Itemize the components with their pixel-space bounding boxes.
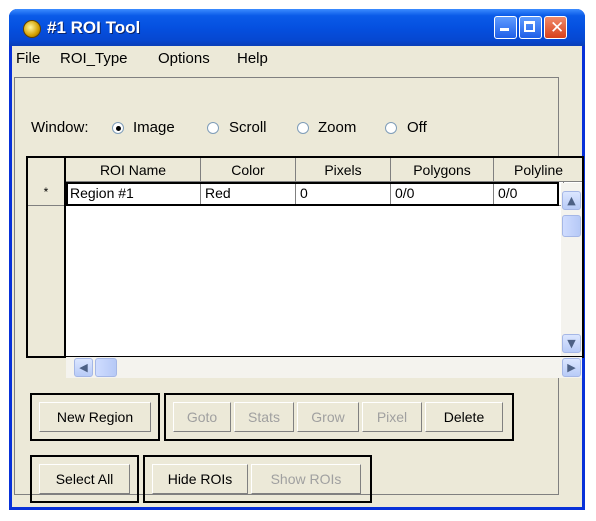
new-region-group: New Region	[30, 393, 160, 441]
cell-polyline[interactable]: 0/0	[494, 182, 564, 206]
close-button[interactable]: ✕	[544, 16, 567, 39]
hide-rois-button[interactable]: Hide ROIs	[152, 464, 248, 494]
chevron-right-icon: ▶	[567, 361, 576, 374]
stats-button[interactable]: Stats	[234, 402, 294, 432]
radio-scroll[interactable]	[207, 122, 219, 134]
column-header-color[interactable]: Color	[201, 158, 296, 182]
radio-image-label[interactable]: Image	[133, 119, 175, 136]
cell-roi-name[interactable]: Region #1	[66, 182, 201, 206]
goto-button[interactable]: Goto	[173, 402, 231, 432]
scroll-left-button[interactable]: ◀	[74, 358, 93, 377]
column-header-roi-name[interactable]: ROI Name	[66, 158, 201, 182]
maximize-button[interactable]	[519, 16, 542, 39]
cell-polygons[interactable]: 0/0	[391, 182, 494, 206]
menu-bar: File ROI_Type Options Help	[12, 46, 582, 72]
scroll-right-button[interactable]: ▶	[562, 358, 581, 377]
menu-help[interactable]: Help	[237, 50, 268, 67]
region-actions-group: Goto Stats Grow Pixel Delete	[164, 393, 514, 441]
cell-pixels[interactable]: 0	[296, 182, 391, 206]
title-bar[interactable]: #1 ROI Tool ✕	[9, 9, 585, 46]
roi-table[interactable]: ROI Name Color Pixels Polygons Polyline …	[66, 156, 584, 358]
chevron-left-icon: ◀	[79, 361, 88, 374]
radio-off[interactable]	[385, 122, 397, 134]
scroll-up-button[interactable]: ▲	[562, 191, 581, 210]
radio-zoom[interactable]	[297, 122, 309, 134]
idl-app-icon[interactable]	[23, 20, 41, 38]
column-header-polyline[interactable]: Polyline	[494, 158, 582, 182]
select-all-button[interactable]: Select All	[39, 464, 130, 494]
close-icon: ✕	[550, 18, 565, 38]
menu-file[interactable]: File	[16, 50, 40, 67]
horizontal-scroll-thumb[interactable]	[95, 358, 117, 377]
scroll-down-button[interactable]: ▼	[562, 334, 581, 353]
radio-off-label[interactable]: Off	[407, 119, 427, 136]
select-all-group: Select All	[30, 455, 139, 503]
menu-options[interactable]: Options	[158, 50, 210, 67]
show-rois-button[interactable]: Show ROIs	[251, 464, 361, 494]
radio-zoom-label[interactable]: Zoom	[318, 119, 356, 136]
horizontal-scrollbar[interactable]: ◀ ▶	[66, 357, 582, 378]
delete-button[interactable]: Delete	[425, 402, 503, 432]
window-label: Window:	[31, 119, 89, 136]
vertical-scrollbar[interactable]: ▲ ▼	[561, 183, 582, 356]
vertical-scroll-thumb[interactable]	[562, 215, 581, 237]
column-header-pixels[interactable]: Pixels	[296, 158, 391, 182]
chevron-down-icon: ▼	[567, 337, 576, 350]
row-header-column: *	[26, 156, 66, 358]
new-region-button[interactable]: New Region	[39, 402, 151, 432]
minimize-icon	[500, 28, 509, 31]
maximize-icon	[524, 21, 535, 32]
menu-roi-type[interactable]: ROI_Type	[60, 50, 128, 67]
minimize-button[interactable]	[494, 16, 517, 39]
radio-image[interactable]	[112, 122, 124, 134]
window-title: #1 ROI Tool	[47, 18, 141, 37]
row-marker[interactable]: *	[28, 182, 64, 206]
chevron-up-icon: ▲	[567, 194, 576, 207]
grow-button[interactable]: Grow	[297, 402, 359, 432]
radio-scroll-label[interactable]: Scroll	[229, 119, 267, 136]
cell-color[interactable]: Red	[201, 182, 296, 206]
roi-visibility-group: Hide ROIs Show ROIs	[143, 455, 372, 503]
pixel-button[interactable]: Pixel	[362, 402, 422, 432]
column-header-polygons[interactable]: Polygons	[391, 158, 494, 182]
